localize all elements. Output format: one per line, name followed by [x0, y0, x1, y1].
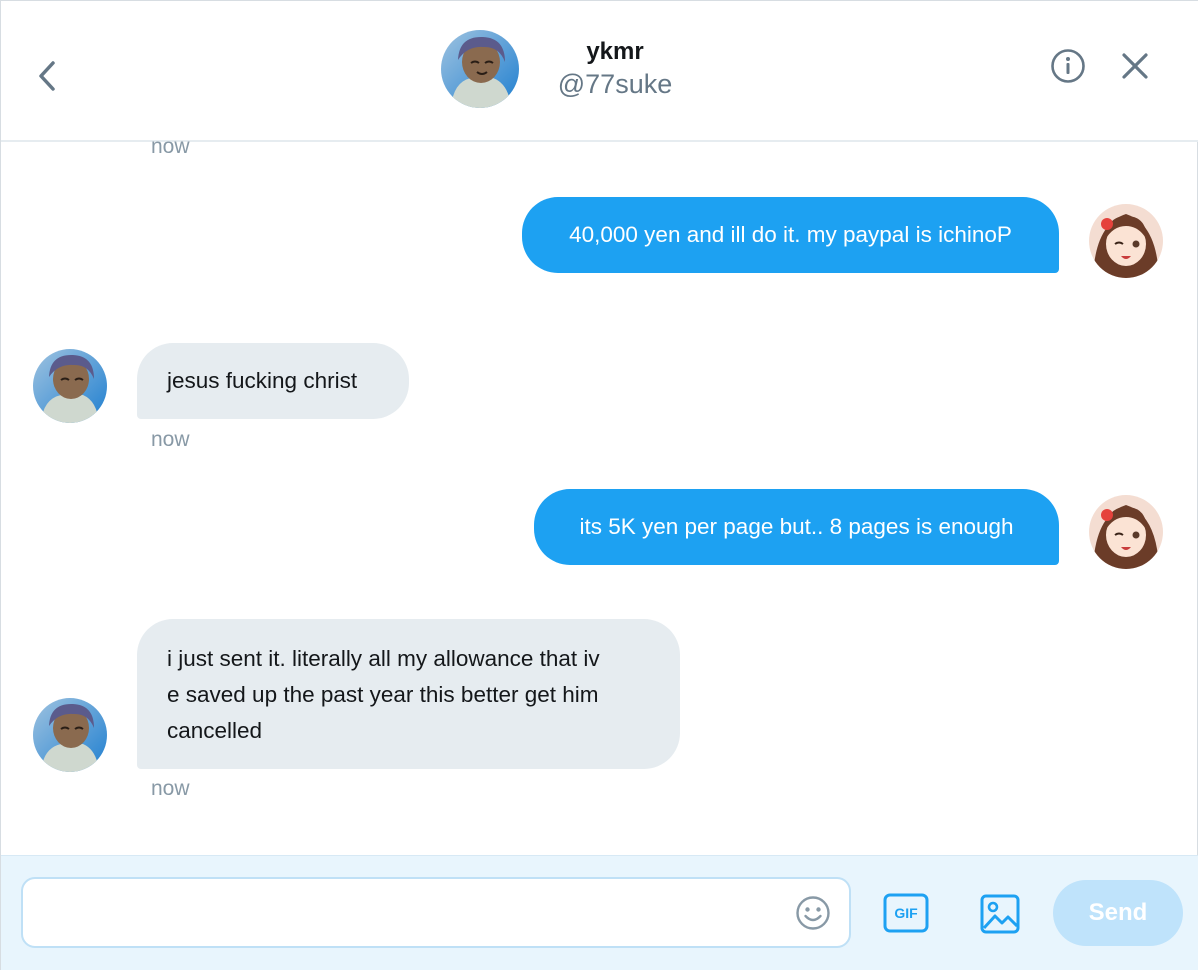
conversation-handle: @77suke	[557, 69, 673, 99]
message-composer: GIF Send	[1, 855, 1198, 970]
message-timestamp: now	[151, 141, 190, 158]
conversation-name: ykmr	[586, 38, 644, 65]
received-message-bubble[interactable]: i just sent it. literally all my allowan…	[137, 619, 680, 769]
contact-avatar[interactable]	[33, 698, 107, 772]
conversation-header: ykmr @77suke	[1, 1, 1198, 142]
sent-message-bubble[interactable]: 40,000 yen and ill do it. my paypal is i…	[522, 197, 1059, 273]
image-icon	[980, 894, 1020, 934]
my-avatar[interactable]	[1089, 495, 1163, 569]
contact-avatar[interactable]	[33, 349, 107, 423]
smiley-icon	[796, 896, 830, 930]
message-line: i just sent it. literally all my allowan…	[167, 646, 600, 671]
gif-button[interactable]: GIF	[882, 891, 930, 935]
close-button[interactable]	[1115, 46, 1155, 86]
message-timestamp: now	[151, 428, 190, 451]
info-icon	[1051, 49, 1085, 83]
avatar[interactable]	[441, 30, 519, 108]
message-input[interactable]	[21, 877, 851, 948]
header-names: ykmr @77suke	[545, 37, 685, 101]
emoji-button[interactable]	[795, 895, 831, 931]
send-button[interactable]: Send	[1053, 880, 1183, 946]
received-message-bubble[interactable]: jesus fucking christ	[137, 343, 409, 419]
message-list[interactable]: now 40,000 yen and ill do it. my paypal …	[1, 141, 1198, 855]
my-avatar[interactable]	[1089, 204, 1163, 278]
chevron-left-icon	[39, 61, 55, 91]
gif-label: GIF	[894, 905, 918, 921]
sent-message-bubble[interactable]: its 5K yen per page but.. 8 pages is eno…	[534, 489, 1059, 565]
message-line: cancelled	[167, 718, 263, 743]
back-button[interactable]	[29, 53, 65, 99]
close-icon	[1122, 53, 1148, 79]
image-button[interactable]	[977, 891, 1023, 937]
message-timestamp: now	[151, 777, 190, 800]
message-line: e saved up the past year this better get…	[167, 682, 599, 707]
info-button[interactable]	[1048, 46, 1088, 86]
